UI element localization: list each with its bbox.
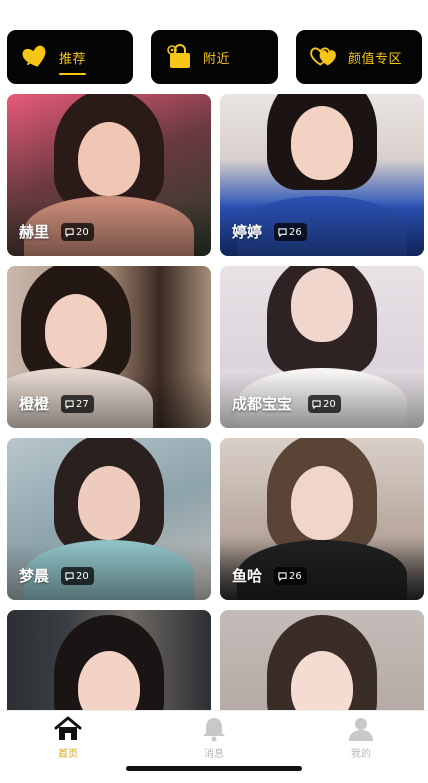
bottom-nav: 首页 消息 我的 xyxy=(0,710,428,783)
profile-name: 婷婷 xyxy=(232,223,263,241)
chat-bubble-icon xyxy=(312,399,321,409)
comment-count: 27 xyxy=(76,398,89,410)
category-tabs: 推荐 附近 颜值专区 xyxy=(0,0,428,92)
bell-icon xyxy=(203,718,225,742)
app-screen: 推荐 附近 颜值专区 赫里 20 婷婷 26 橙橙 27 成都宝宝 20 梦晨 … xyxy=(0,0,428,783)
profile-card[interactable]: 成都宝宝 20 xyxy=(220,266,424,428)
nav-home[interactable]: 首页 xyxy=(28,715,108,760)
comment-count: 20 xyxy=(76,226,89,238)
nav-label: 首页 xyxy=(58,749,78,760)
nav-label: 消息 xyxy=(204,749,224,760)
nav-messages[interactable]: 消息 xyxy=(174,715,254,760)
comment-count: 26 xyxy=(289,226,302,238)
comment-count-badge: 20 xyxy=(61,567,94,585)
profile-name: 梦晨 xyxy=(19,567,50,585)
profile-name: 鱼哈 xyxy=(232,567,263,585)
chat-bubble-icon xyxy=(65,571,74,581)
profile-photo xyxy=(7,610,211,712)
home-indicator xyxy=(126,766,302,771)
location-bag-icon xyxy=(164,44,194,70)
nav-profile[interactable]: 我的 xyxy=(321,715,401,760)
tab-nearby[interactable]: 附近 xyxy=(151,30,278,84)
comment-count-badge: 20 xyxy=(308,395,341,413)
comment-count-badge: 26 xyxy=(274,223,307,241)
profile-name: 赫里 xyxy=(19,223,50,241)
tab-recommend[interactable]: 推荐 xyxy=(7,30,133,84)
profile-card[interactable]: 赫里 20 xyxy=(7,94,211,256)
profile-name: 橙橙 xyxy=(19,395,50,413)
profile-card[interactable]: 橙橙 27 xyxy=(7,266,211,428)
profile-photo xyxy=(220,610,424,712)
tab-label: 推荐 xyxy=(59,48,87,75)
profile-card[interactable] xyxy=(7,610,211,712)
comment-count: 20 xyxy=(76,570,89,582)
profile-card[interactable] xyxy=(220,610,424,712)
chat-bubble-icon xyxy=(278,227,287,237)
chat-bubble-icon xyxy=(65,399,74,409)
profile-card[interactable]: 梦晨 20 xyxy=(7,438,211,600)
home-icon xyxy=(54,716,82,740)
comment-count-badge: 20 xyxy=(61,223,94,241)
tab-label: 附近 xyxy=(203,51,231,67)
tab-label: 颜值专区 xyxy=(348,51,403,67)
comment-count-badge: 27 xyxy=(61,395,94,413)
profile-name: 成都宝宝 xyxy=(232,395,293,413)
comment-count-badge: 26 xyxy=(274,567,307,585)
heart-icon xyxy=(20,44,50,70)
nav-label: 我的 xyxy=(351,749,371,760)
profile-card[interactable]: 鱼哈 26 xyxy=(220,438,424,600)
profile-grid: 赫里 20 婷婷 26 橙橙 27 成都宝宝 20 梦晨 20 鱼哈 26 xyxy=(0,92,428,712)
chat-bubble-icon xyxy=(278,571,287,581)
double-heart-icon xyxy=(309,44,339,70)
tab-beauty-zone[interactable]: 颜值专区 xyxy=(296,30,422,84)
chat-bubble-icon xyxy=(65,227,74,237)
profile-card[interactable]: 婷婷 26 xyxy=(220,94,424,256)
comment-count: 20 xyxy=(323,398,336,410)
comment-count: 26 xyxy=(289,570,302,582)
user-icon xyxy=(349,718,373,741)
